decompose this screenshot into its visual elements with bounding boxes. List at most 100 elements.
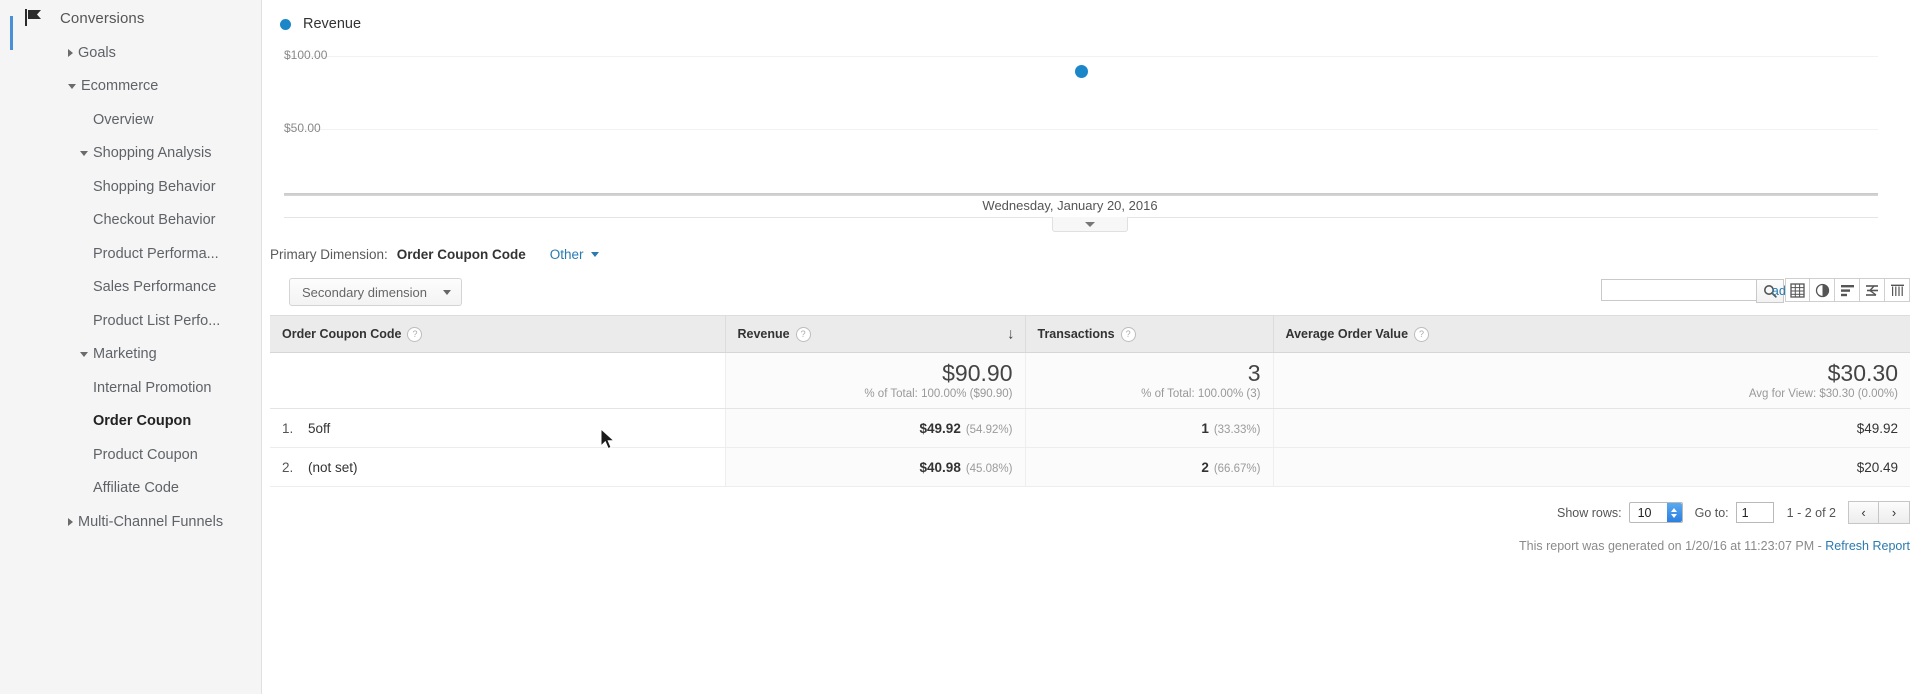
- row-dimension-cell: 1. 5off: [270, 408, 725, 448]
- sidebar-item-sales-performance[interactable]: Sales Performance: [0, 271, 261, 305]
- chart-collapse-toggle[interactable]: [1052, 217, 1128, 232]
- table-head: Order Coupon Code? Revenue? ↓ Transactio…: [270, 315, 1910, 353]
- chart-legend[interactable]: Revenue: [280, 16, 361, 32]
- sidebar: Conversions Goals Ecommerce Overview Shoppi…: [0, 0, 262, 694]
- sidebar-item-product-performa[interactable]: Product Performa...: [0, 237, 261, 271]
- table-summary-row: $90.90 % of Total: 100.00% ($90.90) 3 % …: [270, 352, 1910, 409]
- table-row[interactable]: 1. 5off $49.92 (54.92%) 1 (33.33%) $49.92: [270, 408, 1910, 448]
- column-header-label: Revenue: [737, 326, 790, 341]
- row-revenue-cell: $49.92 (54.92%): [724, 408, 1025, 448]
- sidebar-section-conversions[interactable]: Conversions: [0, 0, 261, 36]
- row-transactions-cell: 1 (33.33%): [1024, 408, 1273, 448]
- table-row[interactable]: 2. (not set) $40.98 (45.08%) 2 (66.67%) $20…: [270, 447, 1910, 487]
- sidebar-item-label: Shopping Analysis: [93, 145, 212, 162]
- column-header-average-order-value[interactable]: Average Order Value?: [1272, 315, 1910, 353]
- sidebar-item-product-coupon[interactable]: Product Coupon: [0, 438, 261, 472]
- help-icon[interactable]: ?: [1414, 326, 1430, 342]
- chevron-right-icon[interactable]: [68, 517, 73, 526]
- go-to-page-input[interactable]: [1735, 502, 1774, 523]
- pivot-view-icon-button[interactable]: [1885, 278, 1910, 302]
- primary-dimension-other-button[interactable]: Other: [550, 247, 584, 262]
- sidebar-item-label: Overview: [93, 111, 154, 128]
- help-icon[interactable]: ?: [407, 326, 423, 342]
- row-transactions-value: 2: [1201, 459, 1209, 475]
- sidebar-item-shopping-behavior[interactable]: Shopping Behavior: [0, 170, 261, 204]
- primary-dimension-value[interactable]: Order Coupon Code: [397, 247, 526, 262]
- pivot-view-icon: [1890, 284, 1904, 296]
- column-header-label: Average Order Value: [1285, 326, 1409, 341]
- chevron-down-icon[interactable]: [80, 150, 88, 156]
- legend-color-swatch-revenue: [280, 18, 291, 30]
- column-header-order-coupon-code[interactable]: Order Coupon Code?: [270, 315, 725, 353]
- search-input[interactable]: [1601, 279, 1756, 301]
- previous-page-button[interactable]: ‹: [1848, 501, 1879, 524]
- sidebar-item-label: Marketing: [93, 346, 157, 363]
- row-dimension-value[interactable]: (not set): [308, 460, 358, 475]
- bar-chart-view-icon: [1840, 284, 1854, 296]
- sidebar-item-overview[interactable]: Overview: [0, 103, 261, 137]
- chart-data-point-revenue[interactable]: [1075, 65, 1088, 78]
- row-aov-cell: $49.92: [1272, 408, 1910, 448]
- row-dimension-value[interactable]: 5off: [308, 421, 330, 436]
- table-body: $90.90 % of Total: 100.00% ($90.90) 3 % …: [270, 352, 1910, 487]
- sidebar-item-label: Product List Perfo...: [93, 312, 221, 329]
- pagination-range-label: 1 - 2 of 2: [1786, 505, 1836, 520]
- table-view-icon: [1790, 282, 1805, 298]
- show-rows-select[interactable]: 10: [1628, 502, 1683, 523]
- chevron-left-icon: ‹: [1861, 505, 1866, 520]
- summary-transactions-value: 3: [1247, 359, 1261, 386]
- refresh-report-link[interactable]: Refresh Report: [1825, 539, 1910, 553]
- chevron-down-icon: [1085, 221, 1095, 227]
- primary-dimension-bar: Primary Dimension: Order Coupon Code Oth…: [270, 247, 599, 262]
- chevron-down-icon[interactable]: [80, 351, 88, 357]
- sidebar-item-order-coupon[interactable]: Order Coupon: [0, 405, 261, 439]
- column-header-revenue[interactable]: Revenue? ↓: [724, 315, 1025, 353]
- row-revenue-value: $49.92: [919, 420, 961, 436]
- sidebar-item-label: Goals: [78, 44, 116, 61]
- sidebar-item-label: Product Coupon: [93, 446, 198, 463]
- chevron-down-icon: [1671, 513, 1678, 518]
- sidebar-item-label: Shopping Behavior: [93, 178, 216, 195]
- summary-aov-cell: $30.30 Avg for View: $30.30 (0.00%): [1272, 352, 1910, 409]
- chevron-down-icon[interactable]: [68, 83, 76, 89]
- report-table-container: Order Coupon Code? Revenue? ↓ Transactio…: [270, 315, 1910, 487]
- secondary-dimension-button[interactable]: Secondary dimension: [289, 278, 463, 306]
- report-table: Order Coupon Code? Revenue? ↓ Transactio…: [270, 315, 1910, 487]
- sidebar-item-ecommerce[interactable]: Ecommerce: [0, 70, 261, 104]
- sidebar-item-shopping-analysis[interactable]: Shopping Analysis: [0, 137, 261, 171]
- pie-chart-view-icon: [1815, 283, 1829, 297]
- comparison-view-icon-button[interactable]: [1860, 278, 1885, 302]
- chevron-right-icon[interactable]: [68, 48, 73, 57]
- help-icon[interactable]: ?: [1120, 326, 1136, 342]
- sidebar-item-checkout-behavior[interactable]: Checkout Behavior: [0, 204, 261, 238]
- chevron-down-icon[interactable]: [590, 252, 599, 257]
- row-aov-value: $49.92: [1856, 420, 1898, 436]
- sidebar-item-internal-promotion[interactable]: Internal Promotion: [0, 371, 261, 405]
- sidebar-item-affiliate-code[interactable]: Affiliate Code: [0, 472, 261, 506]
- sidebar-item-marketing[interactable]: Marketing: [0, 338, 261, 372]
- next-page-button[interactable]: ›: [1879, 501, 1910, 524]
- view-type-buttons: [1785, 278, 1910, 302]
- row-aov-value: $20.49: [1856, 459, 1898, 475]
- chevron-down-icon: [443, 289, 452, 295]
- sidebar-item-multi-channel-funnels[interactable]: Multi-Channel Funnels: [0, 505, 261, 539]
- table-search-group: [1601, 279, 1784, 303]
- flag-icon: [25, 9, 41, 26]
- row-index: 1.: [282, 420, 294, 436]
- report-generated-text: This report was generated on 1/20/16 at …: [1519, 539, 1826, 553]
- table-view-icon-button[interactable]: [1785, 278, 1810, 302]
- sidebar-nav-list: Goals Ecommerce Overview Shopping Analysis S…: [0, 36, 261, 539]
- report-generated-footer: This report was generated on 1/20/16 at …: [1519, 539, 1910, 553]
- gridline-100: [284, 56, 1878, 57]
- pie-chart-view-icon-button[interactable]: [1810, 278, 1835, 302]
- summary-aov-subtext: Avg for View: $30.30 (0.00%): [1748, 388, 1898, 401]
- comparison-view-icon: [1865, 284, 1878, 296]
- sidebar-item-product-list-perfo[interactable]: Product List Perfo...: [0, 304, 261, 338]
- analytics-report-page: Conversions Goals Ecommerce Overview Shoppi…: [0, 0, 1918, 694]
- bar-chart-view-icon-button[interactable]: [1835, 278, 1860, 302]
- column-header-transactions[interactable]: Transactions?: [1024, 315, 1273, 353]
- stepper-icon[interactable]: [1666, 503, 1682, 522]
- row-transactions-percent: (66.67%): [1213, 462, 1261, 475]
- sidebar-item-goals[interactable]: Goals: [0, 36, 261, 70]
- help-icon[interactable]: ?: [795, 326, 811, 342]
